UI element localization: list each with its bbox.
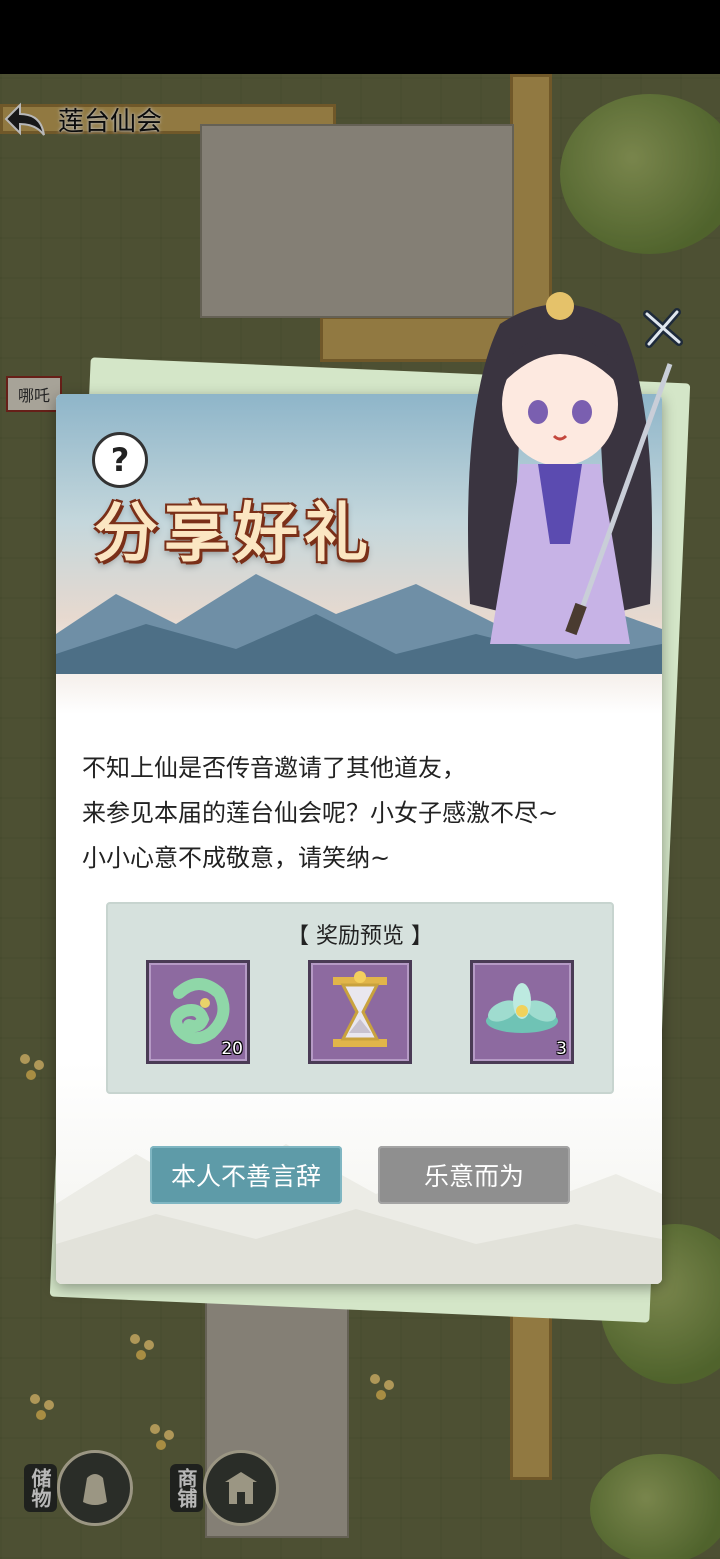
reward-count: 20 <box>221 1039 243 1059</box>
reward-slot[interactable] <box>308 960 412 1064</box>
hourglass-icon <box>333 971 387 1047</box>
close-button[interactable] <box>632 300 694 356</box>
reward-count: 3 <box>556 1039 567 1059</box>
message-line: 小小心意不成敬意，请笑纳~ <box>82 844 391 872</box>
reward-preview-title: 【 奖励预览 】 <box>287 924 433 949</box>
mist-decoration <box>56 1144 662 1284</box>
dialog-message: 不知上仙是否传音邀请了其他道友， 来参见本届的莲台仙会呢？小女子感激不尽~ 小小… <box>82 746 642 881</box>
reward-slot[interactable]: 3 <box>470 960 574 1064</box>
help-button[interactable]: ? <box>92 432 148 488</box>
close-x-icon <box>643 308 683 348</box>
status-bar <box>0 0 720 74</box>
reward-preview: 【 奖励预览 】 20 3 <box>106 902 614 1094</box>
banner-title: 分享好礼 <box>94 496 374 571</box>
reward-slot[interactable]: 20 <box>146 960 250 1064</box>
message-line: 不知上仙是否传音邀请了其他道友， <box>82 754 466 782</box>
message-line: 来参见本届的莲台仙会呢？小女子感激不尽~ <box>82 799 559 827</box>
decline-button[interactable]: 本人不善言辞 <box>150 1146 342 1204</box>
accept-button[interactable]: 乐意而为 <box>378 1146 570 1204</box>
